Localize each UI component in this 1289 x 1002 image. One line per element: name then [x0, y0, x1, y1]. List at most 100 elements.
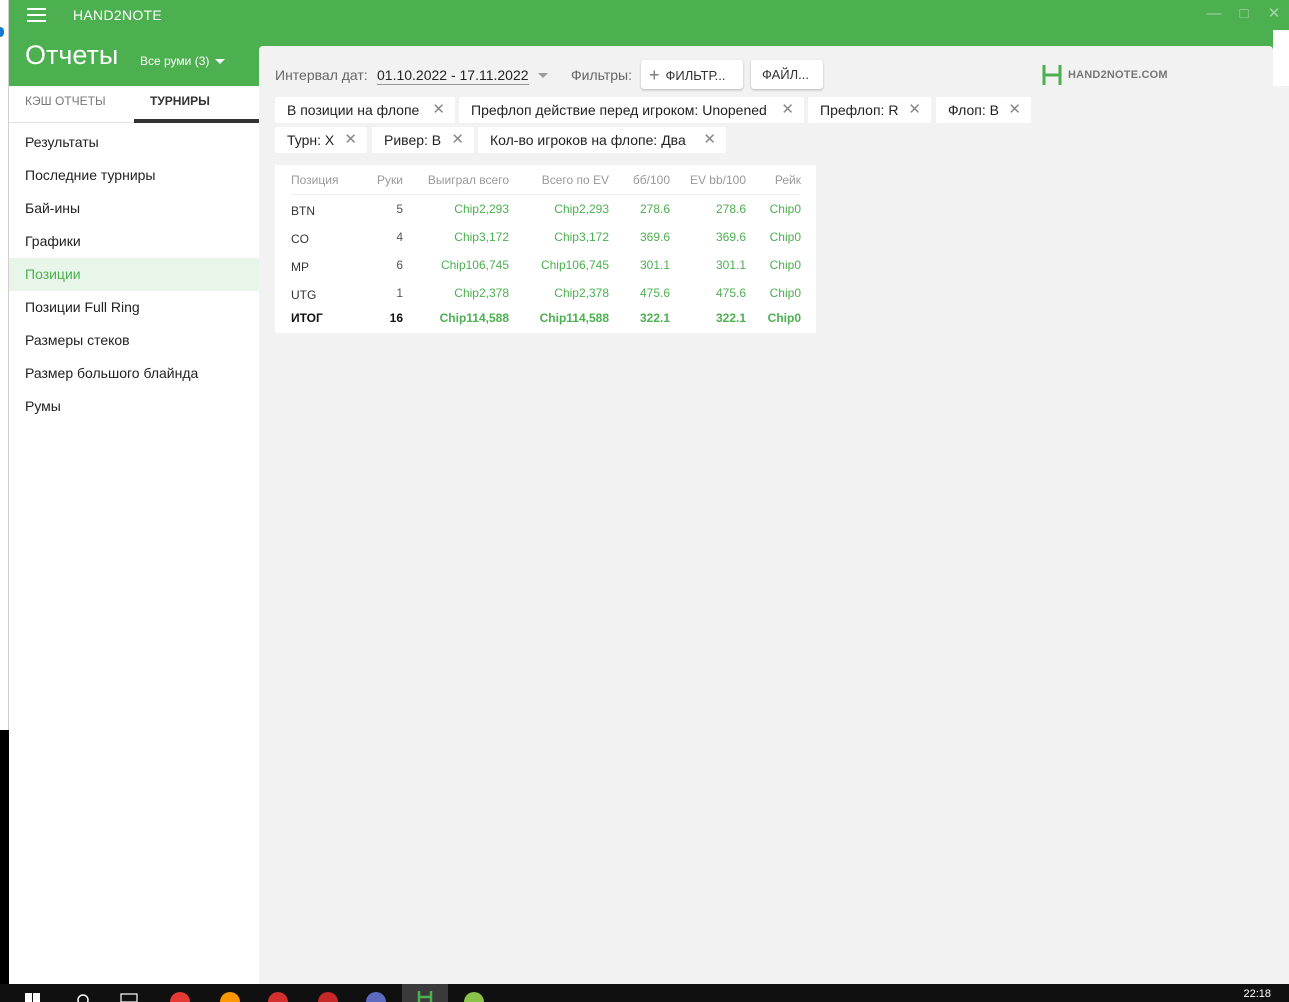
- cell-ev-total: Chip3,172: [554, 230, 609, 244]
- column-header[interactable]: Руки: [377, 173, 403, 187]
- logo-text: HAND2NOTE.COM: [1068, 69, 1168, 81]
- close-icon[interactable]: ✕: [1265, 5, 1283, 23]
- column-header[interactable]: Позиция: [291, 173, 338, 187]
- desktop-background: [0, 730, 9, 984]
- cell-bb100: 369.6: [639, 230, 670, 244]
- remove-filter-icon[interactable]: ✕: [908, 97, 921, 123]
- table-row[interactable]: MP 6 Chip106,745 Chip106,745 301.1 301.1…: [275, 258, 816, 286]
- task-view-icon[interactable]: [120, 993, 138, 1002]
- cell-ev-bb100: 475.6: [715, 286, 746, 300]
- date-interval-field[interactable]: 01.10.2022 - 17.11.2022: [377, 67, 529, 85]
- filter-chip: В позиции на флопе ✕: [275, 97, 455, 123]
- minimize-icon[interactable]: —: [1205, 5, 1223, 23]
- column-header[interactable]: бб/100: [633, 173, 670, 187]
- desktop-icon-fragment: [0, 27, 4, 37]
- cell-bb100: 322.1: [639, 311, 670, 325]
- file-button[interactable]: ФАЙЛ...: [751, 60, 823, 89]
- total-row: ИТОГ 16 Chip114,588 Chip114,588 322.1 32…: [275, 311, 816, 339]
- chrome-icon[interactable]: [170, 992, 190, 1002]
- cell-bb100: 475.6: [639, 286, 670, 300]
- paint-icon[interactable]: [464, 992, 484, 1002]
- sidebar: КЭШ ОТЧЕТЫ ТУРНИРЫ Результаты Последние …: [9, 86, 259, 984]
- date-interval-label: Интервал дат:: [275, 67, 368, 83]
- column-header[interactable]: Рейк: [775, 173, 801, 187]
- sidebar-item-buyins[interactable]: Бай-ины: [9, 192, 259, 225]
- filter-chip: Флоп: B ✕: [936, 97, 1031, 123]
- header-divider: [291, 194, 800, 195]
- tab-tournaments[interactable]: ТУРНИРЫ: [150, 86, 210, 123]
- remove-filter-icon[interactable]: ✕: [344, 127, 357, 153]
- sidebar-item-stack-sizes[interactable]: Размеры стеков: [9, 324, 259, 357]
- cell-ev-bb100: 369.6: [715, 230, 746, 244]
- cell-ev-bb100: 301.1: [715, 258, 746, 272]
- cell-bb100: 278.6: [639, 202, 670, 216]
- table-row[interactable]: UTG 1 Chip2,378 Chip2,378 475.6 475.6 Ch…: [275, 286, 816, 314]
- cell-rake: Chip0: [769, 202, 801, 216]
- cell-rake: Chip0: [769, 230, 801, 244]
- column-header[interactable]: Всего по EV: [542, 173, 609, 187]
- discord-icon[interactable]: [366, 992, 386, 1002]
- column-header[interactable]: Выиграл всего: [428, 173, 509, 187]
- cell-ev-bb100: 322.1: [715, 311, 746, 325]
- cell-hands: 5: [396, 202, 403, 216]
- cell-ev-total: Chip2,378: [554, 286, 609, 300]
- title-bar: HAND2NOTE — □ ✕: [9, 0, 1289, 30]
- tab-cash-reports[interactable]: КЭШ ОТЧЕТЫ: [25, 86, 106, 123]
- table-row[interactable]: BTN 5 Chip2,293 Chip2,293 278.6 278.6 Ch…: [275, 202, 816, 230]
- table-row[interactable]: CO 4 Chip3,172 Chip3,172 369.6 369.6 Chi…: [275, 230, 816, 258]
- chevron-down-icon[interactable]: [538, 73, 548, 78]
- filter-chip-label: Турн: X: [287, 132, 335, 148]
- sidebar-tabs: КЭШ ОТЧЕТЫ ТУРНИРЫ: [9, 86, 259, 123]
- active-tab-indicator: [134, 119, 259, 123]
- firefox-icon[interactable]: [220, 992, 240, 1002]
- file-button-label: ФАЙЛ...: [762, 67, 809, 82]
- active-app-slot[interactable]: [402, 984, 448, 1002]
- filter-chip-label: В позиции на флопе: [287, 102, 420, 118]
- sidebar-item-big-blind-size[interactable]: Размер большого блайнда: [9, 357, 259, 390]
- cell-won-total: Chip2,378: [454, 286, 509, 300]
- windows-start-icon[interactable]: [25, 993, 41, 1002]
- cell-ev-total: Chip2,293: [554, 202, 609, 216]
- cell-won-total: Chip2,293: [454, 202, 509, 216]
- cell-position: ИТОГ: [291, 311, 323, 325]
- filter-chip: Ривер: B ✕: [372, 127, 474, 153]
- remove-filter-icon[interactable]: ✕: [1008, 97, 1021, 123]
- menu-icon[interactable]: [27, 8, 46, 22]
- report-list: Результаты Последние турниры Бай-ины Гра…: [9, 123, 259, 423]
- filters-label: Фильтры:: [571, 67, 632, 83]
- cell-won-total: Chip3,172: [454, 230, 509, 244]
- positions-report-table: Позиция Руки Выиграл всего Всего по EV б…: [275, 165, 816, 333]
- filter-chip-label: Префлоп: R: [820, 102, 899, 118]
- sidebar-item-positions-full-ring[interactable]: Позиции Full Ring: [9, 291, 259, 324]
- sidebar-item-rooms[interactable]: Румы: [9, 390, 259, 423]
- hand2note-taskbar-icon: [417, 991, 433, 1002]
- page-title: Отчеты: [25, 40, 119, 70]
- cell-hands: 1: [396, 286, 403, 300]
- poker-client-icon[interactable]: [318, 992, 338, 1002]
- sidebar-item-positions[interactable]: Позиции: [9, 258, 259, 291]
- search-icon[interactable]: [76, 992, 90, 1002]
- remove-filter-icon[interactable]: ✕: [781, 97, 794, 123]
- maximize-icon[interactable]: □: [1235, 5, 1253, 23]
- cell-hands: 16: [389, 311, 403, 325]
- sidebar-item-graphs[interactable]: Графики: [9, 225, 259, 258]
- rooms-select[interactable]: Все руми (3): [140, 54, 226, 68]
- filter-chip-label: Префлоп действие перед игроком: Unopened: [471, 102, 767, 118]
- add-filter-button[interactable]: + ФИЛЬТР...: [641, 60, 743, 89]
- filter-chip-label: Ривер: B: [384, 132, 442, 148]
- cell-ev-bb100: 278.6: [715, 202, 746, 216]
- cell-position: CO: [291, 232, 309, 246]
- column-header[interactable]: EV bb/100: [690, 173, 746, 187]
- filter-chip: Кол-во игроков на флопе: Два ✕: [478, 127, 726, 153]
- desktop-edge: [0, 0, 9, 984]
- sidebar-item-results[interactable]: Результаты: [9, 126, 259, 159]
- remove-filter-icon[interactable]: ✕: [432, 97, 445, 123]
- remove-filter-icon[interactable]: ✕: [451, 127, 464, 153]
- chevron-down-icon: [215, 59, 226, 65]
- sidebar-item-recent-tournaments[interactable]: Последние турниры: [9, 159, 259, 192]
- remove-filter-icon[interactable]: ✕: [703, 127, 716, 153]
- hand2note-logo-icon: [1042, 65, 1062, 85]
- cell-rake: Chip0: [769, 258, 801, 272]
- opera-icon[interactable]: [268, 992, 288, 1002]
- cell-position: UTG: [291, 288, 317, 302]
